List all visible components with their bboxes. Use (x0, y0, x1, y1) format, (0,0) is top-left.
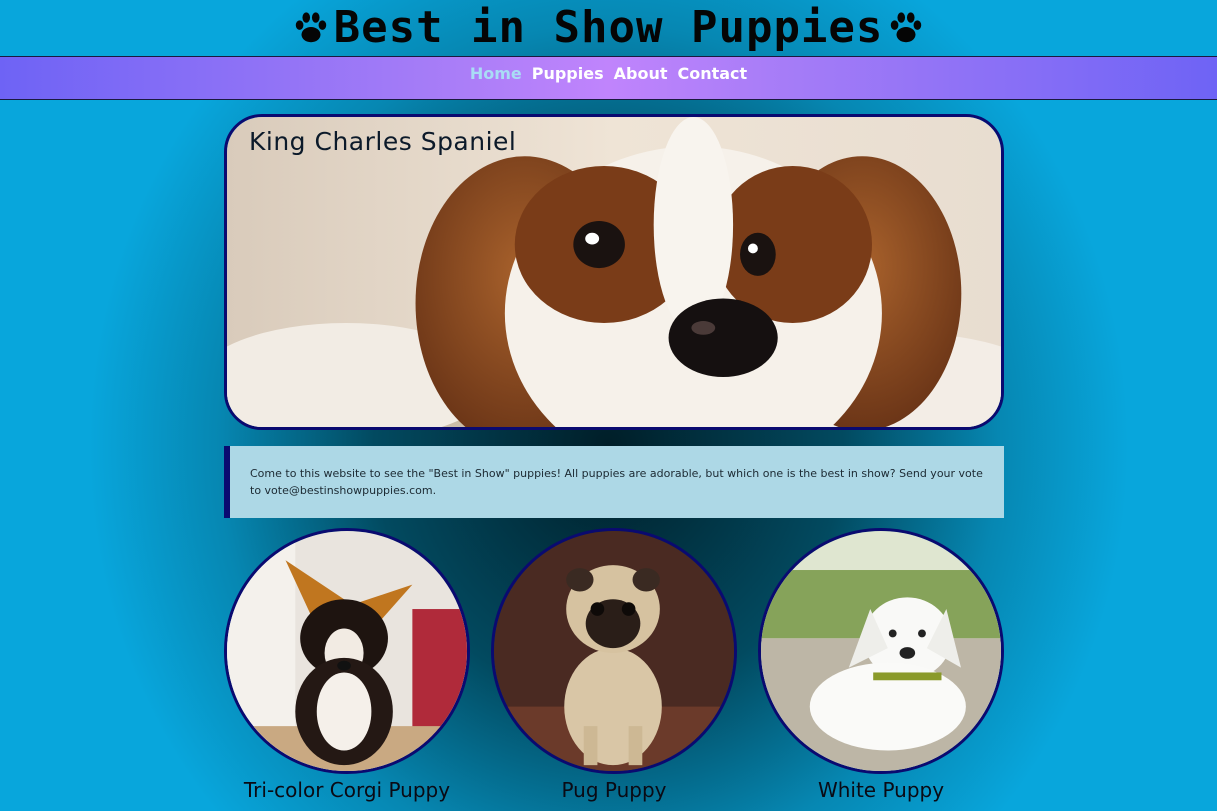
intro-text: Come to this website to see the "Best in… (250, 467, 983, 497)
site-title: Best in Show Puppies (292, 6, 926, 50)
puppy-card-corgi[interactable]: Tri-color Corgi Puppy (224, 528, 470, 802)
puppy-card-white[interactable]: White Puppy (758, 528, 1004, 802)
intro-panel: Come to this website to see the "Best in… (224, 446, 1004, 518)
pug-photo (494, 531, 734, 771)
paw-icon (891, 12, 922, 43)
nav-home-link[interactable]: Home (470, 64, 522, 99)
pug-caption: Pug Puppy (561, 778, 667, 802)
white-puppy-photo-frame (758, 528, 1004, 774)
puppy-card-pug[interactable]: Pug Puppy (491, 528, 737, 802)
white-puppy-caption: White Puppy (817, 778, 945, 802)
hero-caption: King Charles Spaniel (249, 127, 517, 156)
pug-photo-frame (491, 528, 737, 774)
paw-icon (295, 12, 326, 43)
hero-image: King Charles Spaniel (224, 114, 1004, 430)
corgi-photo-frame (224, 528, 470, 774)
main-nav: Home Puppies About Contact (0, 56, 1217, 100)
site-header: Best in Show Puppies (0, 0, 1217, 56)
nav-puppies-link[interactable]: Puppies (532, 64, 604, 99)
white-puppy-photo (761, 531, 1001, 771)
site-title-text: Best in Show Puppies (333, 2, 884, 53)
corgi-caption: Tri-color Corgi Puppy (243, 778, 451, 802)
spaniel-photo (227, 117, 1001, 427)
corgi-photo (227, 531, 467, 771)
nav-about-link[interactable]: About (614, 64, 668, 99)
nav-contact-link[interactable]: Contact (677, 64, 747, 99)
